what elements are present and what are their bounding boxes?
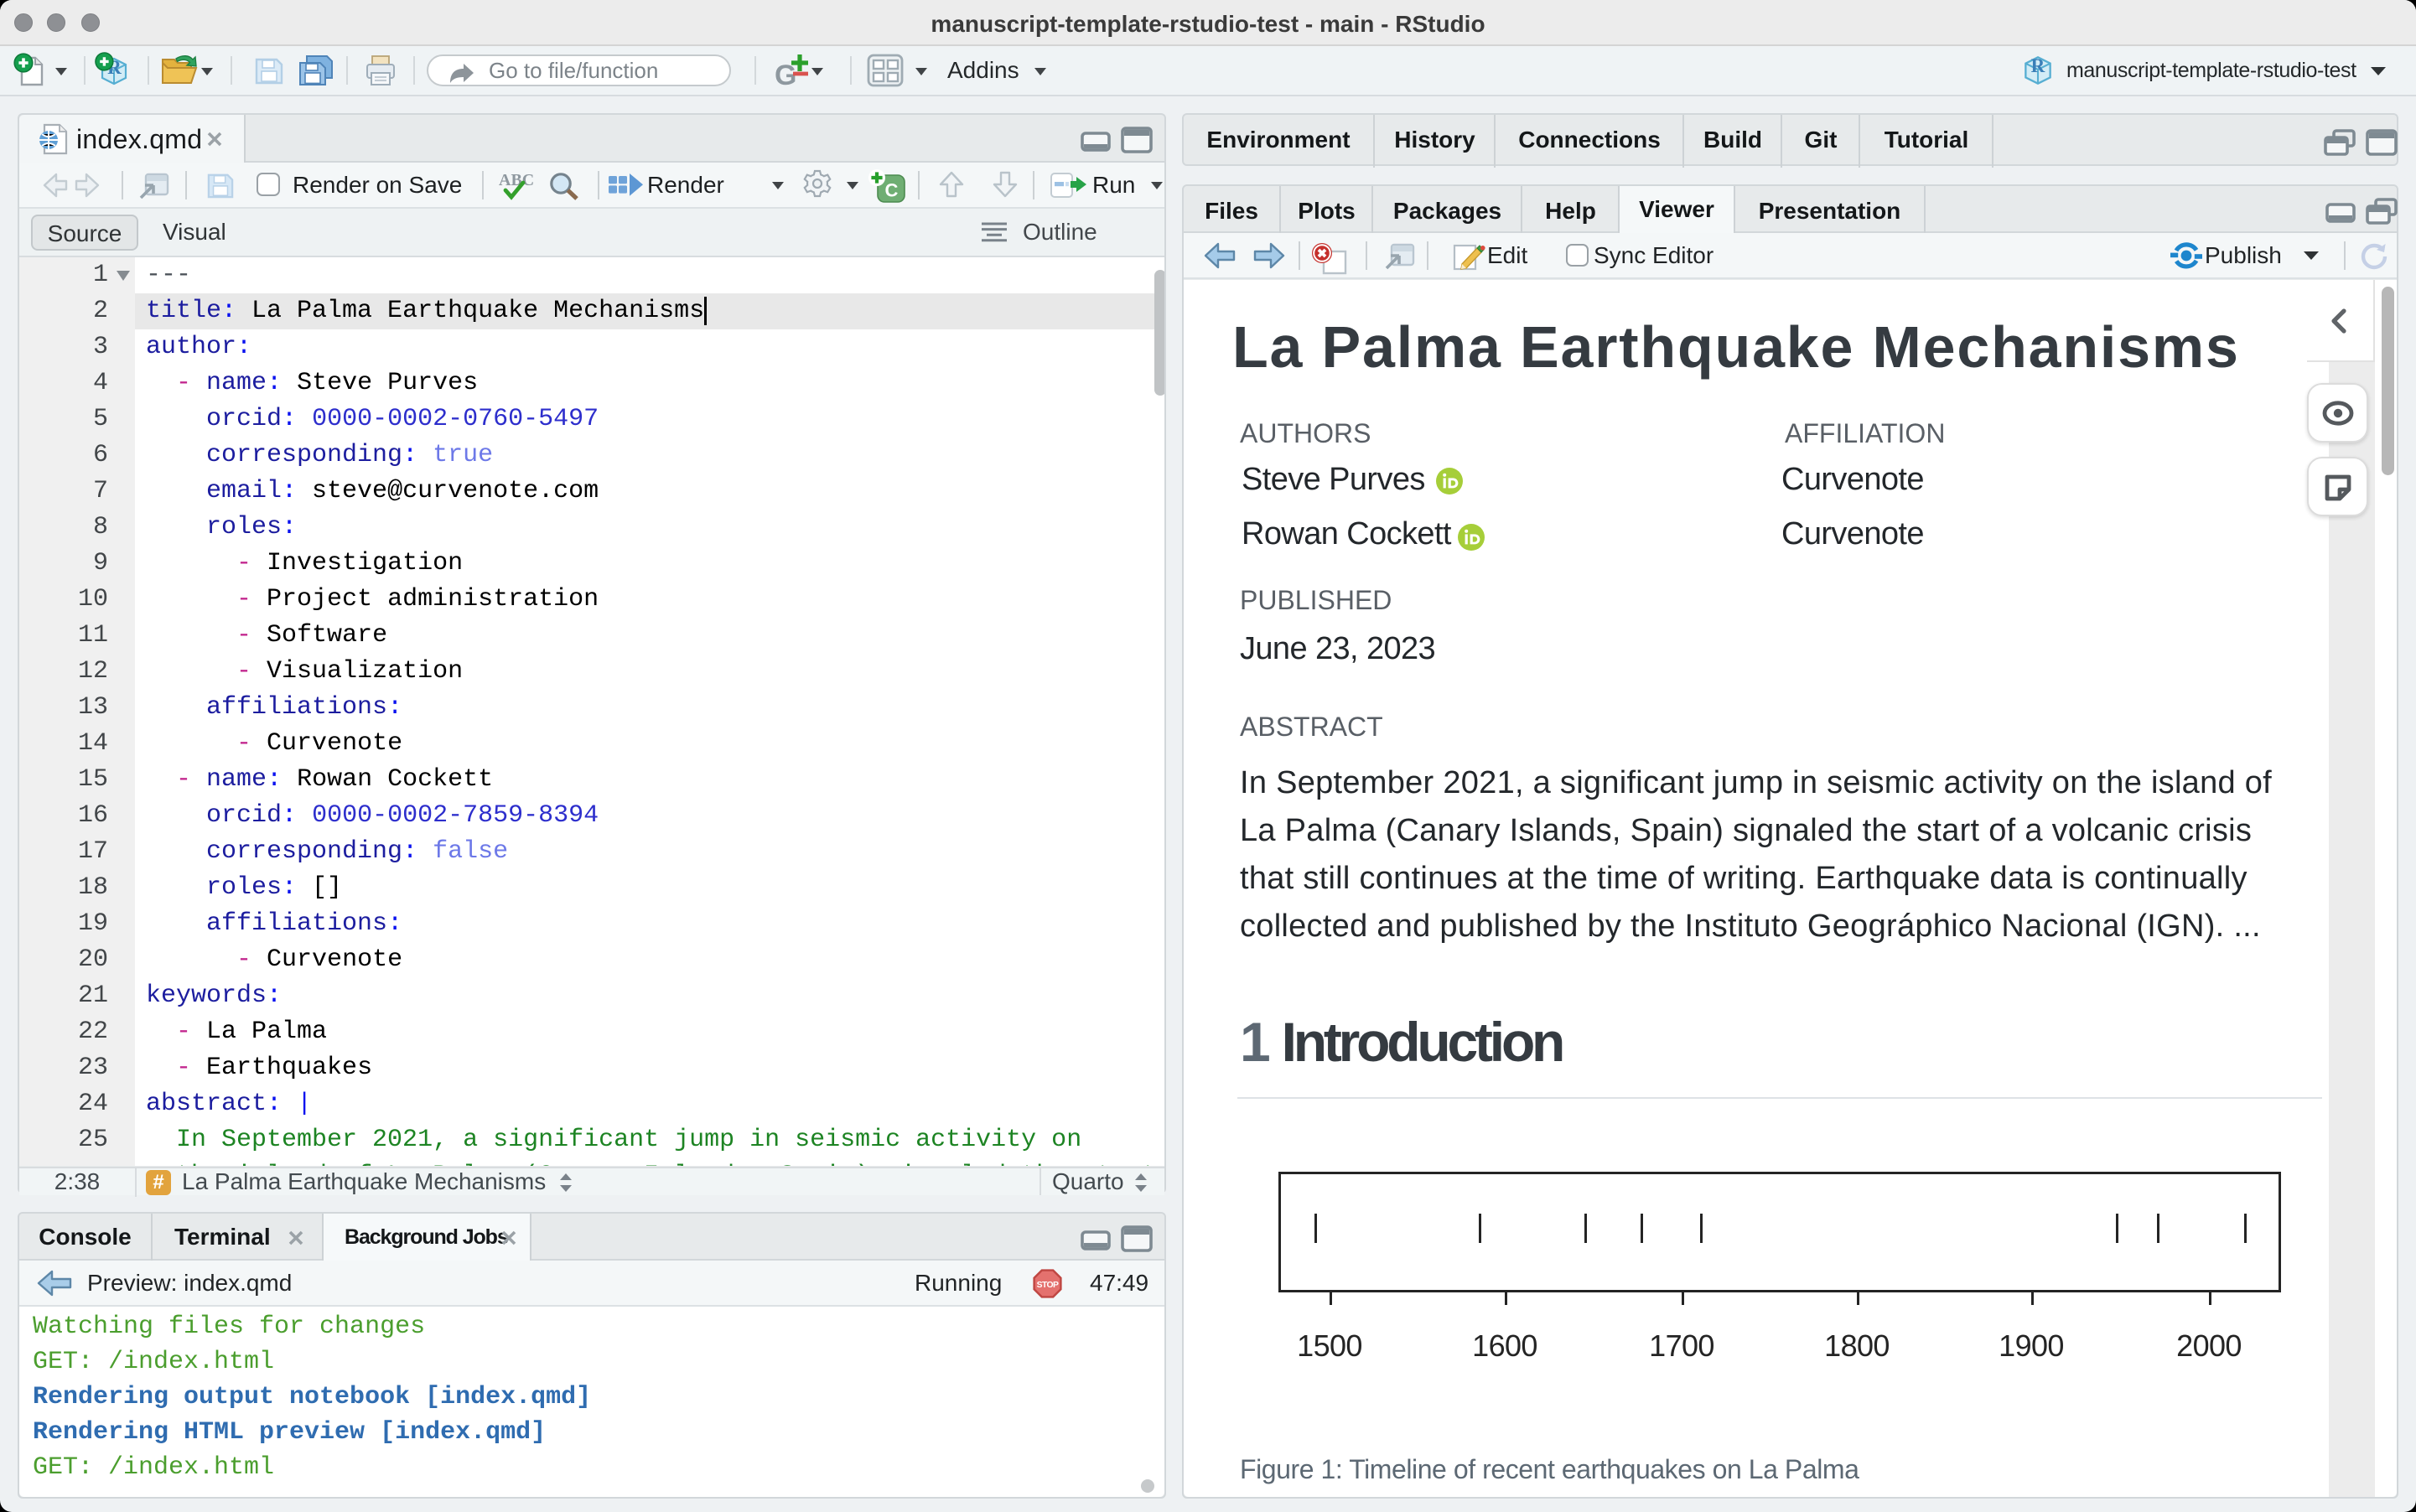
svg-text:C: C	[884, 180, 898, 201]
svg-text:STOP: STOP	[1037, 1281, 1059, 1290]
svg-text:R: R	[2031, 55, 2045, 76]
svg-text:ABC: ABC	[499, 171, 534, 189]
